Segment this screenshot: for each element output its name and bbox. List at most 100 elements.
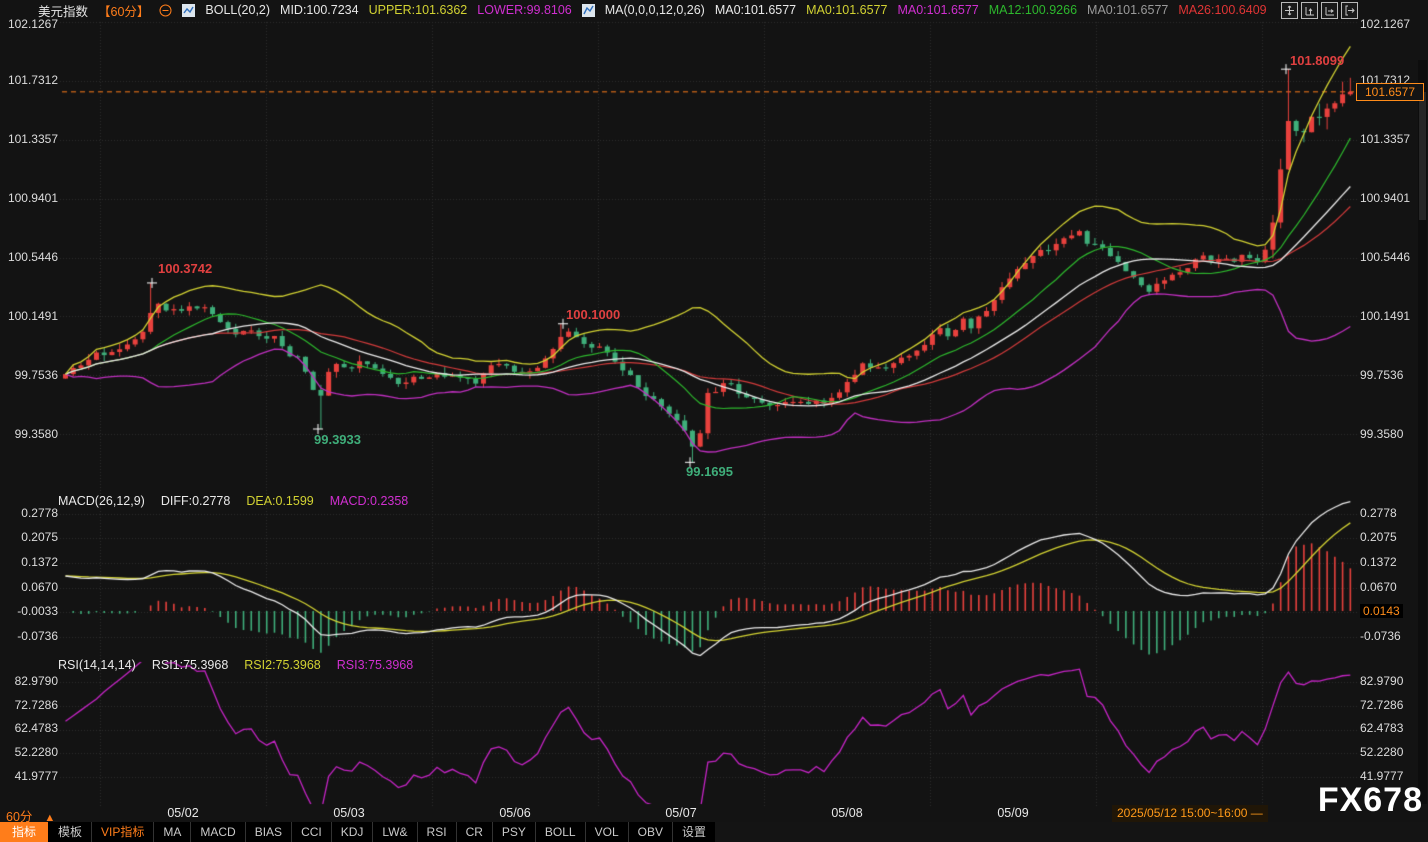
price-annotation-high: 101.8099 [1290, 53, 1344, 68]
pan-crosshair-button[interactable] [1281, 2, 1298, 19]
ma0-value-3: MA0:101.6577 [897, 3, 978, 17]
macd-panel-header: MACD(26,12,9) DIFF:0.2778 DEA:0.1599 MAC… [58, 494, 408, 508]
toolbar-item-rsi[interactable]: RSI [418, 822, 457, 842]
trading-app-window: 美元指数 【60分】 BOLL(20,2) MID:100.7234 UPPER… [0, 0, 1428, 842]
date-axis-label: 05/07 [649, 806, 713, 820]
toolbar-tab-vip-indicators[interactable]: VIP指标 [92, 822, 154, 842]
toolbar-item-cr[interactable]: CR [457, 822, 493, 842]
ma12-value: MA12:100.9266 [989, 3, 1077, 17]
rsi-axis-label: 72.7286 [1360, 698, 1426, 712]
price-axis-label: 99.3580 [1360, 427, 1426, 441]
period-label: 【60分】 [98, 1, 149, 20]
toolbar-item-ma[interactable]: MA [154, 822, 191, 842]
price-axis-label: 101.7312 [0, 73, 58, 87]
price-axis-label: 101.3357 [1360, 132, 1426, 146]
rsi-axis-label: 52.2280 [0, 745, 58, 759]
ma0-value-2: MA0:101.6577 [806, 3, 887, 17]
toolbar-item-psy[interactable]: PSY [493, 822, 536, 842]
rsi1-value: RSI1:75.3968 [152, 658, 228, 672]
price-axis-label: 100.5446 [0, 250, 58, 264]
rsi-axis-label: 72.7286 [0, 698, 58, 712]
macd-axis-label: 0.2778 [0, 506, 58, 520]
price-axis-label: 101.3357 [0, 132, 58, 146]
scale-y-axis-button[interactable] [1301, 2, 1318, 19]
rsi-panel-header: RSI(14,14,14) RSI1:75.3968 RSI2:75.3968 … [58, 658, 413, 672]
macd-axis-label: 0.2075 [1360, 530, 1426, 544]
price-annotation-low: 99.3933 [314, 432, 361, 447]
indicator-toolbar: 指标 模板 VIP指标 MA MACD BIAS CCI KDJ LW& RSI… [0, 822, 1428, 842]
price-annotation-high: 100.3742 [158, 261, 212, 276]
date-axis-label: 05/02 [151, 806, 215, 820]
price-axis-label: 100.9401 [0, 191, 58, 205]
ma0-value-1: MA0:101.6577 [715, 3, 796, 17]
rsi-axis-label: 41.9777 [0, 769, 58, 783]
boll-label: BOLL(20,2) [205, 3, 270, 17]
macd-axis-label: 0.2778 [1360, 506, 1426, 520]
price-axis-label: 100.1491 [1360, 309, 1426, 323]
date-axis-label: 05/03 [317, 806, 381, 820]
ma-indicator-icon[interactable] [582, 4, 595, 17]
date-axis-label: 05/09 [981, 806, 1045, 820]
rsi2-value: RSI2:75.3968 [244, 658, 320, 672]
macd-title: MACD(26,12,9) [58, 494, 145, 508]
price-axis-label: 102.1267 [1360, 17, 1426, 31]
toolbar-tab-indicators[interactable]: 指标 [0, 822, 49, 842]
scale-x-axis-button[interactable] [1321, 2, 1338, 19]
macd-diff-value: DIFF:0.2778 [161, 494, 230, 508]
rsi-axis-label: 82.9790 [0, 674, 58, 688]
price-annotation-high: 100.1000 [566, 307, 620, 322]
chart-canvas[interactable] [0, 0, 1428, 842]
rsi3-value: RSI3:75.3968 [337, 658, 413, 672]
last-price-badge: 101.6577 [1356, 83, 1424, 101]
ma-params-label: MA(0,0,0,12,0,26) [605, 3, 705, 17]
date-axis-label: 05/06 [483, 806, 547, 820]
minus-circle-icon[interactable] [159, 4, 172, 17]
price-axis-label: 100.5446 [1360, 250, 1426, 264]
price-axis-label: 99.3580 [0, 427, 58, 441]
macd-axis-label: 0.0670 [1360, 580, 1426, 594]
rsi-axis-label: 62.4783 [1360, 721, 1426, 735]
macd-current-value-badge: 0.0143 [1360, 604, 1403, 618]
price-annotation-low: 99.1695 [686, 464, 733, 479]
toolbar-item-bias[interactable]: BIAS [246, 822, 292, 842]
go-to-latest-button[interactable] [1341, 2, 1358, 19]
boll-upper-value: UPPER:101.6362 [369, 3, 468, 17]
price-axis-label: 100.9401 [1360, 191, 1426, 205]
macd-axis-label: 0.1372 [0, 555, 58, 569]
price-axis-label: 99.7536 [0, 368, 58, 382]
boll-indicator-icon[interactable] [182, 4, 195, 17]
price-axis-label: 100.1491 [0, 309, 58, 323]
fx678-logo: FX678 [1318, 781, 1423, 820]
boll-lower-value: LOWER:99.8106 [477, 3, 572, 17]
macd-macd-value: MACD:0.2358 [330, 494, 409, 508]
macd-axis-label: 0.0670 [0, 580, 58, 594]
macd-axis-label: -0.0736 [0, 629, 58, 643]
ma26-value: MA26:100.6409 [1178, 3, 1266, 17]
macd-dea-value: DEA:0.1599 [246, 494, 313, 508]
rsi-axis-label: 52.2280 [1360, 745, 1426, 759]
price-axis-label: 99.7536 [1360, 368, 1426, 382]
toolbar-item-cci[interactable]: CCI [292, 822, 332, 842]
ma0-value-4: MA0:101.6577 [1087, 3, 1168, 17]
toolbar-tab-templates[interactable]: 模板 [49, 822, 92, 842]
rsi-title: RSI(14,14,14) [58, 658, 136, 672]
macd-axis-label: -0.0736 [1360, 629, 1426, 643]
toolbar-item-boll[interactable]: BOLL [536, 822, 586, 842]
rsi-axis-label: 62.4783 [0, 721, 58, 735]
toolbar-item-obv[interactable]: OBV [629, 822, 673, 842]
chart-tool-buttons [1281, 2, 1358, 19]
symbol-name: 美元指数 [38, 1, 88, 20]
macd-axis-label: 0.1372 [1360, 555, 1426, 569]
toolbar-item-settings[interactable]: 设置 [673, 822, 715, 842]
toolbar-item-macd[interactable]: MACD [191, 822, 245, 842]
date-axis-label: 05/08 [815, 806, 879, 820]
rsi-axis-label: 82.9790 [1360, 674, 1426, 688]
macd-axis-label: 0.2075 [0, 530, 58, 544]
toolbar-item-lw[interactable]: LW& [373, 822, 417, 842]
current-bar-time-range: 2025/05/12 15:00~16:00 — [1112, 805, 1268, 822]
toolbar-item-vol[interactable]: VOL [586, 822, 629, 842]
toolbar-item-kdj[interactable]: KDJ [332, 822, 374, 842]
boll-mid-value: MID:100.7234 [280, 3, 359, 17]
macd-axis-label: -0.0033 [0, 604, 58, 618]
chart-header: 美元指数 【60分】 BOLL(20,2) MID:100.7234 UPPER… [38, 2, 1267, 18]
